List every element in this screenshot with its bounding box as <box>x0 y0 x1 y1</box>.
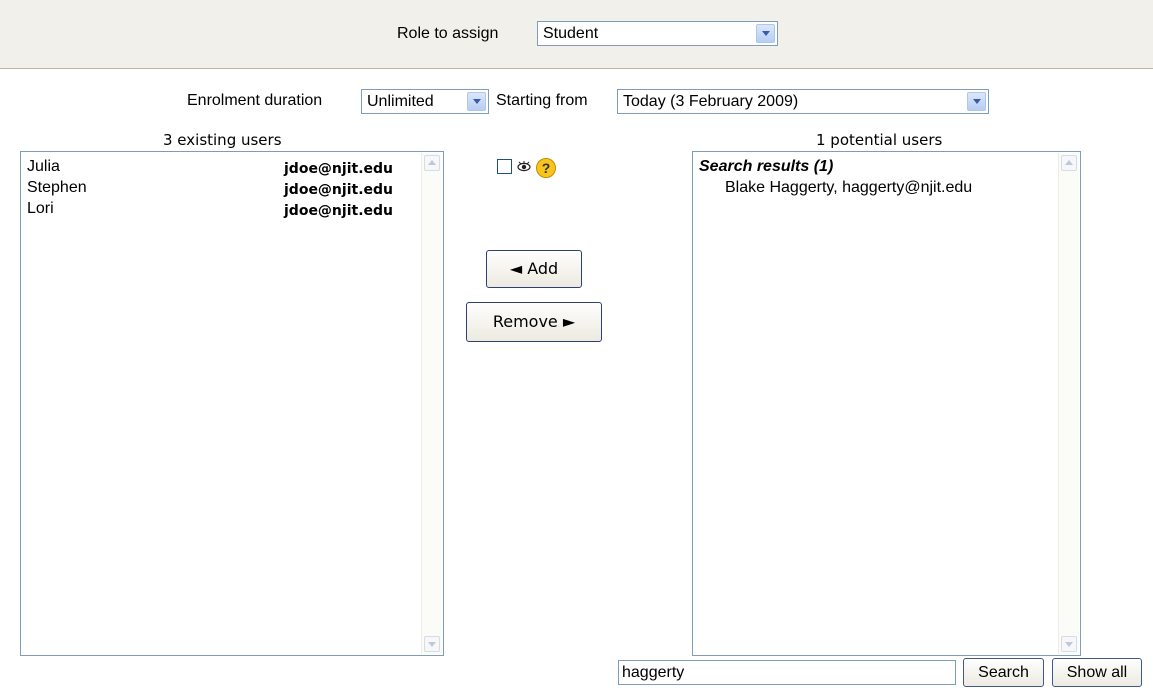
chevron-down-icon[interactable] <box>756 24 775 43</box>
enrolment-duration-value: Unlimited <box>367 93 434 110</box>
scroll-down-icon[interactable] <box>1061 636 1077 652</box>
user-name: Lori <box>27 200 54 217</box>
potential-users-heading: 1 potential users <box>816 131 943 149</box>
search-input[interactable]: haggerty <box>618 660 956 685</box>
list-item[interactable]: Julia <box>27 157 60 177</box>
eye-icon <box>517 161 531 172</box>
chevron-down-icon[interactable] <box>967 92 986 111</box>
show-details-checkbox[interactable] <box>497 159 512 174</box>
scroll-up-icon[interactable] <box>424 155 440 171</box>
user-name: Julia <box>27 158 60 175</box>
list-item[interactable]: Lori <box>27 199 54 219</box>
potential-users-list[interactable]: Search results (1) Blake Haggerty, hagge… <box>692 151 1081 656</box>
existing-users-heading: 3 existing users <box>163 131 282 149</box>
help-icon[interactable]: ? <box>536 158 556 178</box>
role-label: Role to assign <box>397 25 499 42</box>
starting-from-value: Today (3 February 2009) <box>623 93 799 110</box>
list-item[interactable]: Blake Haggerty, haggerty@njit.edu <box>725 178 972 198</box>
starting-from-label: Starting from <box>496 92 588 109</box>
role-select[interactable]: Student <box>537 21 778 46</box>
scroll-down-icon[interactable] <box>424 636 440 652</box>
search-results-group: Search results (1) <box>699 158 834 175</box>
scroll-up-icon[interactable] <box>1061 155 1077 171</box>
show-all-button[interactable]: Show all <box>1052 658 1142 687</box>
role-select-value: Student <box>543 25 599 42</box>
user-email: jdoe@njit.edu <box>284 203 393 219</box>
scrollbar[interactable] <box>421 153 442 654</box>
search-button[interactable]: Search <box>963 658 1044 687</box>
list-item[interactable]: Stephen <box>27 178 87 198</box>
existing-users-list[interactable]: Julia jdoe@njit.edu Stephen jdoe@njit.ed… <box>20 151 444 656</box>
starting-from-select[interactable]: Today (3 February 2009) <box>617 89 989 114</box>
enrolment-duration-select[interactable]: Unlimited <box>361 89 489 114</box>
remove-button[interactable]: Remove ► <box>466 302 602 342</box>
user-email: jdoe@njit.edu <box>284 161 393 177</box>
user-email: jdoe@njit.edu <box>284 182 393 198</box>
chevron-down-icon[interactable] <box>467 92 486 111</box>
add-button[interactable]: ◄ Add <box>486 250 582 288</box>
enrolment-duration-label: Enrolment duration <box>187 92 323 109</box>
scrollbar[interactable] <box>1058 153 1079 654</box>
user-name: Stephen <box>27 179 87 196</box>
